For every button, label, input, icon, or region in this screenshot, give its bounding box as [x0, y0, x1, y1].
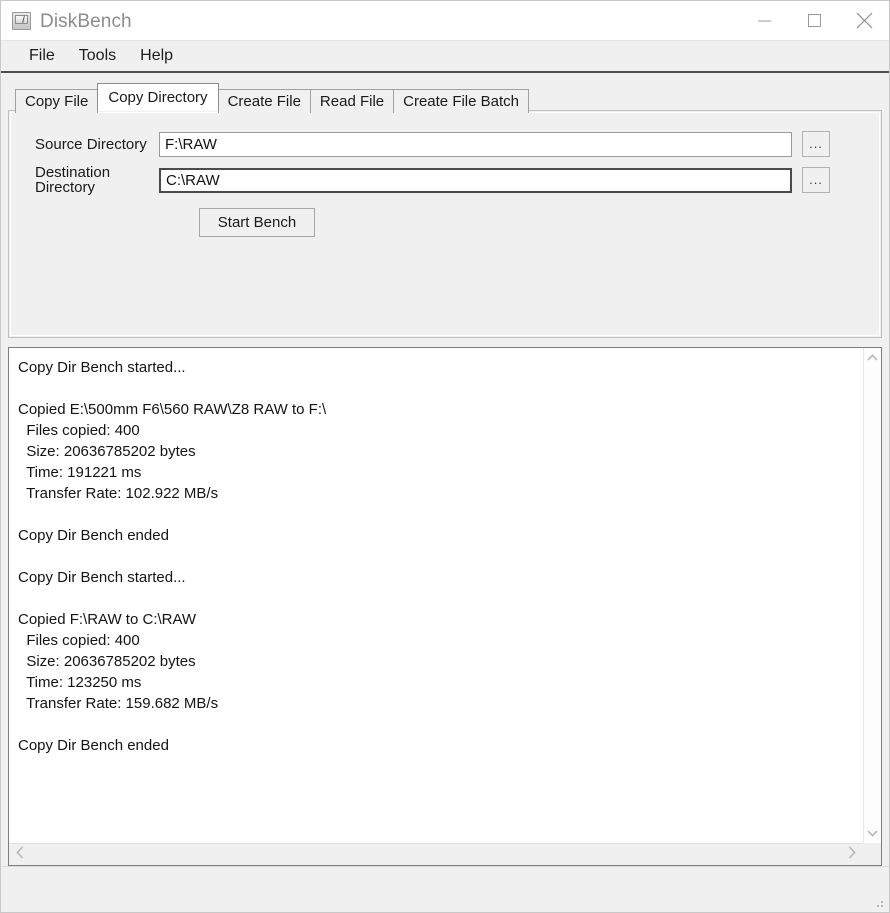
- minimize-icon: [757, 20, 771, 22]
- menu-item-tools[interactable]: Tools: [67, 46, 128, 66]
- destination-directory-row: Destination Directory C:\RAW ...: [11, 164, 879, 196]
- titlebar-left: DiskBench: [1, 12, 132, 31]
- tab-copy-directory[interactable]: Copy Directory: [97, 83, 219, 111]
- window-controls: [739, 1, 889, 40]
- diskbench-window: DiskBench File Tools Help Copy File Copy…: [0, 0, 890, 913]
- log-horizontal-scrollbar[interactable]: [9, 843, 863, 865]
- statusbar: [1, 866, 889, 912]
- minimize-button[interactable]: [739, 1, 789, 40]
- menubar: File Tools Help: [1, 41, 889, 73]
- tab-copy-file[interactable]: Copy File: [15, 89, 99, 113]
- tab-panel-inner: Source Directory F:\RAW ... Destination …: [10, 112, 880, 336]
- log-bottom-row: [9, 843, 881, 865]
- destination-directory-input[interactable]: C:\RAW: [159, 167, 792, 193]
- log-output-panel: Copy Dir Bench started... Copied E:\500m…: [8, 347, 882, 866]
- content-area: Copy File Copy Directory Create File Rea…: [1, 73, 889, 866]
- tab-create-file-batch[interactable]: Create File Batch: [393, 89, 530, 113]
- log-vertical-scrollbar[interactable]: [863, 348, 881, 843]
- log-text[interactable]: Copy Dir Bench started... Copied E:\500m…: [9, 348, 863, 843]
- chevron-down-icon[interactable]: [867, 830, 878, 837]
- close-icon: [856, 12, 872, 29]
- destination-browse-button[interactable]: ...: [802, 167, 830, 193]
- titlebar-divider: [1, 40, 889, 41]
- scrollbar-corner: [863, 843, 881, 865]
- tabstrip: Copy File Copy Directory Create File Rea…: [8, 83, 882, 113]
- start-bench-button[interactable]: Start Bench: [199, 208, 315, 237]
- maximize-button[interactable]: [789, 1, 839, 40]
- maximize-icon: [807, 14, 821, 27]
- source-directory-label: Source Directory: [35, 135, 147, 153]
- source-browse-button[interactable]: ...: [802, 131, 830, 157]
- copy-directory-form: Source Directory F:\RAW ... Destination …: [11, 113, 879, 237]
- titlebar: DiskBench: [1, 1, 889, 41]
- chevron-left-icon[interactable]: [16, 845, 24, 864]
- resize-grip-icon[interactable]: [873, 897, 885, 909]
- disk-monitor-icon: [12, 12, 31, 30]
- source-directory-input[interactable]: F:\RAW: [159, 131, 792, 157]
- start-bench-row: Start Bench: [11, 203, 879, 237]
- tab-panel-copy-directory: Source Directory F:\RAW ... Destination …: [8, 110, 882, 338]
- tab-create-file[interactable]: Create File: [217, 89, 311, 113]
- chevron-right-icon[interactable]: [848, 845, 856, 864]
- menu-item-file[interactable]: File: [17, 46, 67, 66]
- log-body: Copy Dir Bench started... Copied E:\500m…: [9, 348, 881, 843]
- chevron-up-icon[interactable]: [867, 354, 878, 361]
- tab-read-file[interactable]: Read File: [309, 89, 395, 113]
- menu-item-help[interactable]: Help: [128, 46, 185, 66]
- source-directory-row: Source Directory F:\RAW ...: [11, 131, 879, 157]
- destination-directory-label: Destination Directory: [35, 164, 111, 196]
- close-button[interactable]: [839, 1, 889, 40]
- window-title: DiskBench: [40, 10, 132, 32]
